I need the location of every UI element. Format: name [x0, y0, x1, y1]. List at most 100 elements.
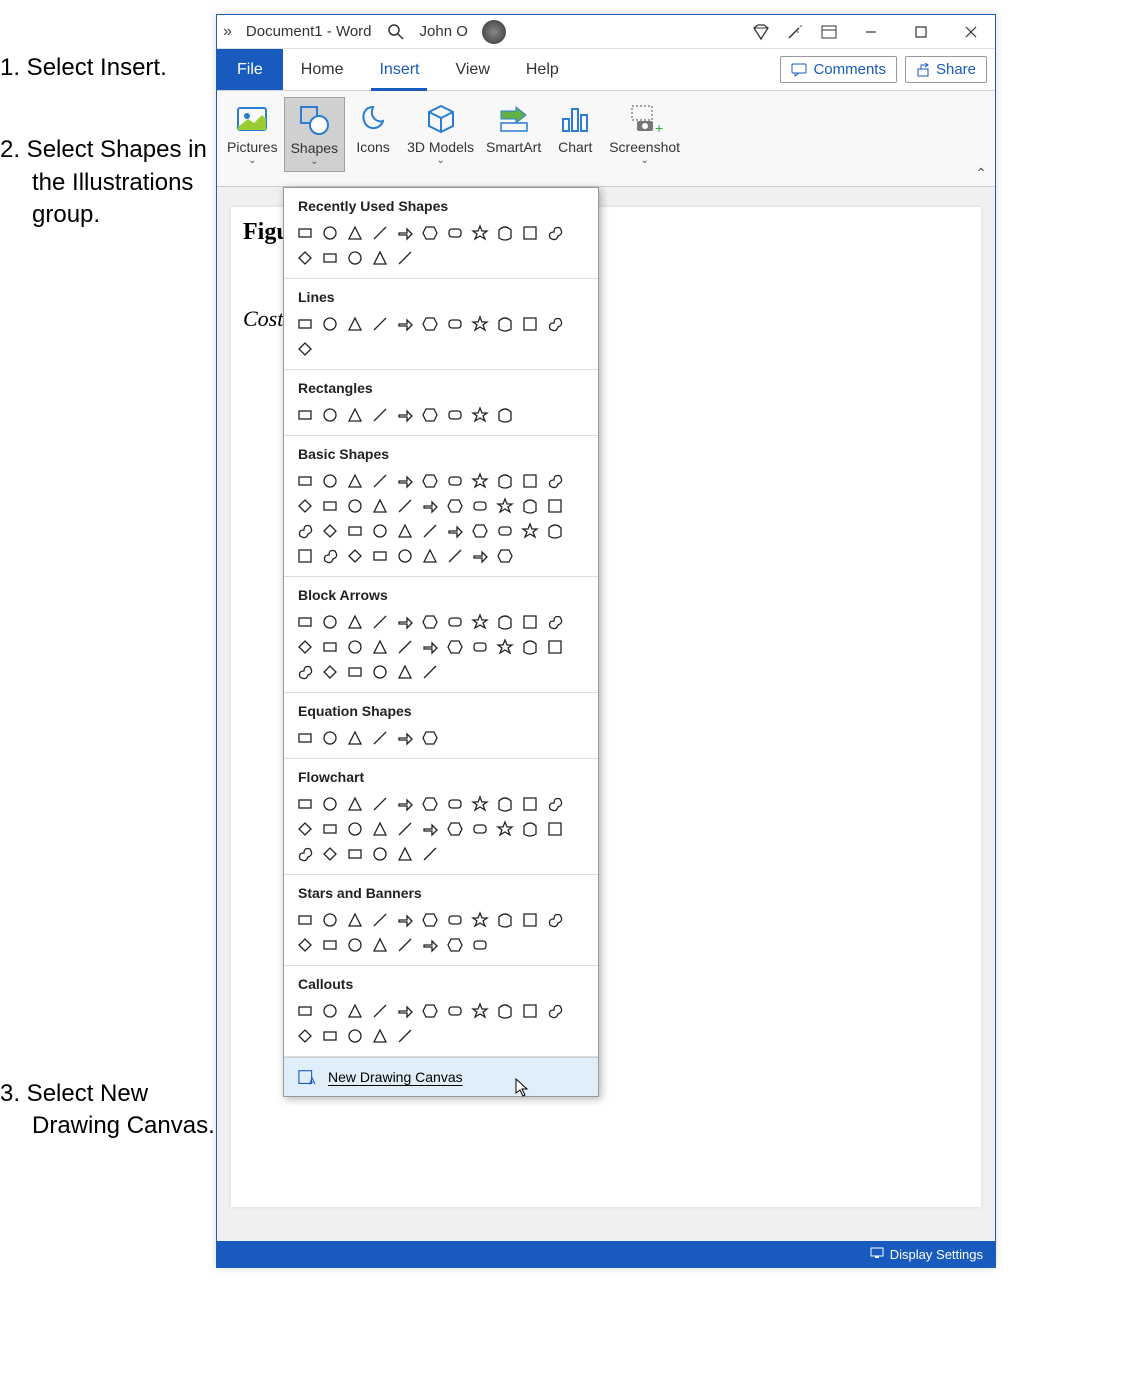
shape-thumbnail[interactable]	[392, 493, 417, 518]
shape-thumbnail[interactable]	[467, 634, 492, 659]
shape-thumbnail[interactable]	[342, 841, 367, 866]
shape-thumbnail[interactable]	[367, 1023, 392, 1048]
shape-thumbnail[interactable]	[467, 468, 492, 493]
shape-thumbnail[interactable]	[442, 998, 467, 1023]
ribbon-display-icon[interactable]	[819, 22, 839, 42]
shape-thumbnail[interactable]	[392, 634, 417, 659]
shape-thumbnail[interactable]	[317, 245, 342, 270]
shape-thumbnail[interactable]	[292, 791, 317, 816]
shape-thumbnail[interactable]	[517, 518, 542, 543]
shape-thumbnail[interactable]	[292, 518, 317, 543]
shape-thumbnail[interactable]	[292, 493, 317, 518]
shape-thumbnail[interactable]	[467, 220, 492, 245]
shape-thumbnail[interactable]	[442, 932, 467, 957]
shape-thumbnail[interactable]	[317, 841, 342, 866]
shape-thumbnail[interactable]	[492, 220, 517, 245]
shape-thumbnail[interactable]	[317, 634, 342, 659]
ribbon-3d-models[interactable]: 3D Models ⌄	[401, 97, 480, 170]
shape-thumbnail[interactable]	[317, 907, 342, 932]
minimize-button[interactable]	[853, 17, 889, 47]
shape-thumbnail[interactable]	[417, 998, 442, 1023]
shape-thumbnail[interactable]	[417, 725, 442, 750]
shape-thumbnail[interactable]	[367, 518, 392, 543]
shape-thumbnail[interactable]	[392, 1023, 417, 1048]
shape-thumbnail[interactable]	[367, 725, 392, 750]
shape-thumbnail[interactable]	[517, 468, 542, 493]
ribbon-screenshot[interactable]: + Screenshot ⌄	[603, 97, 686, 170]
shape-thumbnail[interactable]	[292, 220, 317, 245]
shape-thumbnail[interactable]	[367, 907, 392, 932]
shape-thumbnail[interactable]	[367, 543, 392, 568]
shape-thumbnail[interactable]	[317, 468, 342, 493]
shape-thumbnail[interactable]	[317, 493, 342, 518]
shape-thumbnail[interactable]	[392, 609, 417, 634]
shape-thumbnail[interactable]	[317, 1023, 342, 1048]
shape-thumbnail[interactable]	[542, 791, 567, 816]
shape-thumbnail[interactable]	[517, 907, 542, 932]
shape-thumbnail[interactable]	[392, 816, 417, 841]
shape-thumbnail[interactable]	[442, 907, 467, 932]
shape-thumbnail[interactable]	[467, 518, 492, 543]
shape-thumbnail[interactable]	[342, 932, 367, 957]
shape-thumbnail[interactable]	[442, 816, 467, 841]
shape-thumbnail[interactable]	[442, 402, 467, 427]
shape-thumbnail[interactable]	[442, 634, 467, 659]
tab-insert[interactable]: Insert	[361, 49, 437, 90]
shape-thumbnail[interactable]	[342, 634, 367, 659]
shape-thumbnail[interactable]	[342, 543, 367, 568]
shape-thumbnail[interactable]	[367, 791, 392, 816]
shape-thumbnail[interactable]	[417, 791, 442, 816]
shape-thumbnail[interactable]	[467, 493, 492, 518]
tab-home[interactable]: Home	[283, 49, 362, 90]
shape-thumbnail[interactable]	[317, 220, 342, 245]
shape-thumbnail[interactable]	[417, 634, 442, 659]
shape-thumbnail[interactable]	[492, 907, 517, 932]
shape-thumbnail[interactable]	[417, 659, 442, 684]
shape-thumbnail[interactable]	[342, 220, 367, 245]
shape-thumbnail[interactable]	[342, 659, 367, 684]
shape-thumbnail[interactable]	[517, 634, 542, 659]
shape-thumbnail[interactable]	[292, 634, 317, 659]
magic-wand-icon[interactable]	[785, 22, 805, 42]
shape-thumbnail[interactable]	[392, 932, 417, 957]
quick-access-overflow-icon[interactable]: »	[223, 23, 232, 41]
shape-thumbnail[interactable]	[517, 220, 542, 245]
shape-thumbnail[interactable]	[492, 402, 517, 427]
ribbon-pictures[interactable]: Pictures ⌄	[221, 97, 284, 170]
shape-thumbnail[interactable]	[392, 245, 417, 270]
display-settings-icon[interactable]	[870, 1246, 884, 1263]
shape-thumbnail[interactable]	[342, 402, 367, 427]
shape-thumbnail[interactable]	[367, 609, 392, 634]
shape-thumbnail[interactable]	[317, 998, 342, 1023]
shape-thumbnail[interactable]	[342, 311, 367, 336]
shape-thumbnail[interactable]	[367, 634, 392, 659]
shape-thumbnail[interactable]	[542, 634, 567, 659]
shape-thumbnail[interactable]	[467, 907, 492, 932]
shape-thumbnail[interactable]	[542, 311, 567, 336]
shape-thumbnail[interactable]	[417, 543, 442, 568]
shape-thumbnail[interactable]	[467, 998, 492, 1023]
shape-thumbnail[interactable]	[342, 816, 367, 841]
shape-thumbnail[interactable]	[392, 518, 417, 543]
shape-thumbnail[interactable]	[292, 311, 317, 336]
shape-thumbnail[interactable]	[417, 907, 442, 932]
shape-thumbnail[interactable]	[392, 220, 417, 245]
shape-thumbnail[interactable]	[292, 932, 317, 957]
shape-thumbnail[interactable]	[442, 543, 467, 568]
user-name[interactable]: John O	[420, 23, 468, 40]
shape-thumbnail[interactable]	[367, 402, 392, 427]
shape-thumbnail[interactable]	[517, 493, 542, 518]
shape-thumbnail[interactable]	[542, 518, 567, 543]
shape-thumbnail[interactable]	[292, 402, 317, 427]
shape-thumbnail[interactable]	[417, 518, 442, 543]
shape-thumbnail[interactable]	[442, 220, 467, 245]
shape-thumbnail[interactable]	[342, 518, 367, 543]
shape-thumbnail[interactable]	[342, 609, 367, 634]
ribbon-icons[interactable]: Icons	[345, 97, 401, 159]
shape-thumbnail[interactable]	[467, 932, 492, 957]
shape-thumbnail[interactable]	[467, 311, 492, 336]
maximize-button[interactable]	[903, 17, 939, 47]
shape-thumbnail[interactable]	[392, 311, 417, 336]
shape-thumbnail[interactable]	[292, 998, 317, 1023]
shape-thumbnail[interactable]	[492, 609, 517, 634]
